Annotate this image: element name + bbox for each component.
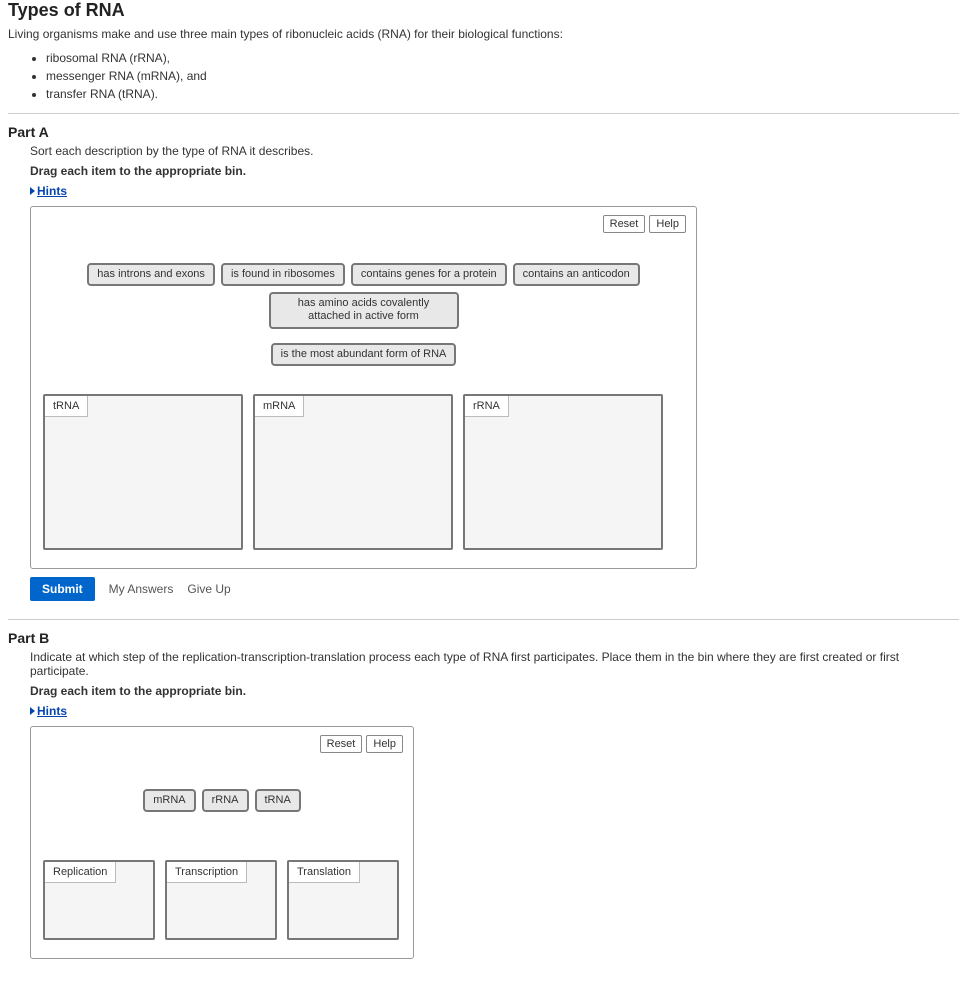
bin-translation[interactable]: Translation [287, 860, 399, 940]
divider [8, 113, 959, 114]
hints-label: Hints [37, 184, 67, 198]
drag-instruction: Drag each item to the appropriate bin. [30, 684, 959, 698]
hints-label: Hints [37, 704, 67, 718]
drag-item[interactable]: mRNA [143, 789, 195, 812]
reset-button[interactable]: Reset [320, 735, 363, 753]
part-a-items: has introns and exons is found in riboso… [43, 217, 684, 337]
bin-label: mRNA [255, 396, 304, 417]
hints-toggle[interactable]: Hints [30, 704, 67, 718]
bin-transcription[interactable]: Transcription [165, 860, 277, 940]
rna-type-list: ribosomal RNA (rRNA), messenger RNA (mRN… [28, 49, 959, 103]
divider [8, 619, 959, 620]
drag-item[interactable]: has amino acids covalently attached in a… [269, 292, 459, 328]
bin-label: rRNA [465, 396, 509, 417]
intro-text: Living organisms make and use three main… [8, 27, 959, 41]
list-item: ribosomal RNA (rRNA), [46, 49, 959, 67]
bin-mrna[interactable]: mRNA [253, 394, 453, 550]
part-a-heading: Part A [8, 124, 959, 140]
list-item: transfer RNA (tRNA). [46, 85, 959, 103]
bin-label: tRNA [45, 396, 88, 417]
bin-trna[interactable]: tRNA [43, 394, 243, 550]
drag-item[interactable]: contains genes for a protein [351, 263, 507, 286]
part-a-bins: tRNA mRNA rRNA [43, 394, 684, 550]
bin-label: Translation [289, 862, 360, 883]
drag-item[interactable]: tRNA [255, 789, 301, 812]
caret-right-icon [30, 707, 35, 715]
my-answers-link[interactable]: My Answers [109, 582, 174, 596]
help-button[interactable]: Help [649, 215, 686, 233]
bin-label: Replication [45, 862, 116, 883]
drag-item[interactable]: contains an anticodon [513, 263, 640, 286]
caret-right-icon [30, 187, 35, 195]
drag-item[interactable]: rRNA [202, 789, 249, 812]
reset-button[interactable]: Reset [603, 215, 646, 233]
drag-item[interactable]: is found in ribosomes [221, 263, 345, 286]
part-a-workspace: Reset Help has introns and exons is foun… [30, 206, 697, 569]
hints-toggle[interactable]: Hints [30, 184, 67, 198]
submit-button[interactable]: Submit [30, 577, 95, 601]
part-a-instruction: Sort each description by the type of RNA… [30, 144, 959, 158]
drag-item[interactable]: has introns and exons [87, 263, 215, 286]
drag-item[interactable]: is the most abundant form of RNA [271, 343, 457, 366]
drag-instruction: Drag each item to the appropriate bin. [30, 164, 959, 178]
list-item: messenger RNA (mRNA), and [46, 67, 959, 85]
page-title: Types of RNA [8, 0, 959, 21]
bin-rrna[interactable]: rRNA [463, 394, 663, 550]
help-button[interactable]: Help [366, 735, 403, 753]
part-b-instruction: Indicate at which step of the replicatio… [30, 650, 959, 678]
give-up-link[interactable]: Give Up [187, 582, 230, 596]
part-b-bins: Replication Transcription Translation [43, 860, 401, 940]
part-a-actions: Submit My Answers Give Up [30, 577, 959, 601]
bin-label: Transcription [167, 862, 247, 883]
bin-replication[interactable]: Replication [43, 860, 155, 940]
part-b-workspace: Reset Help mRNA rRNA tRNA Replication Tr… [30, 726, 414, 959]
part-b-heading: Part B [8, 630, 959, 646]
